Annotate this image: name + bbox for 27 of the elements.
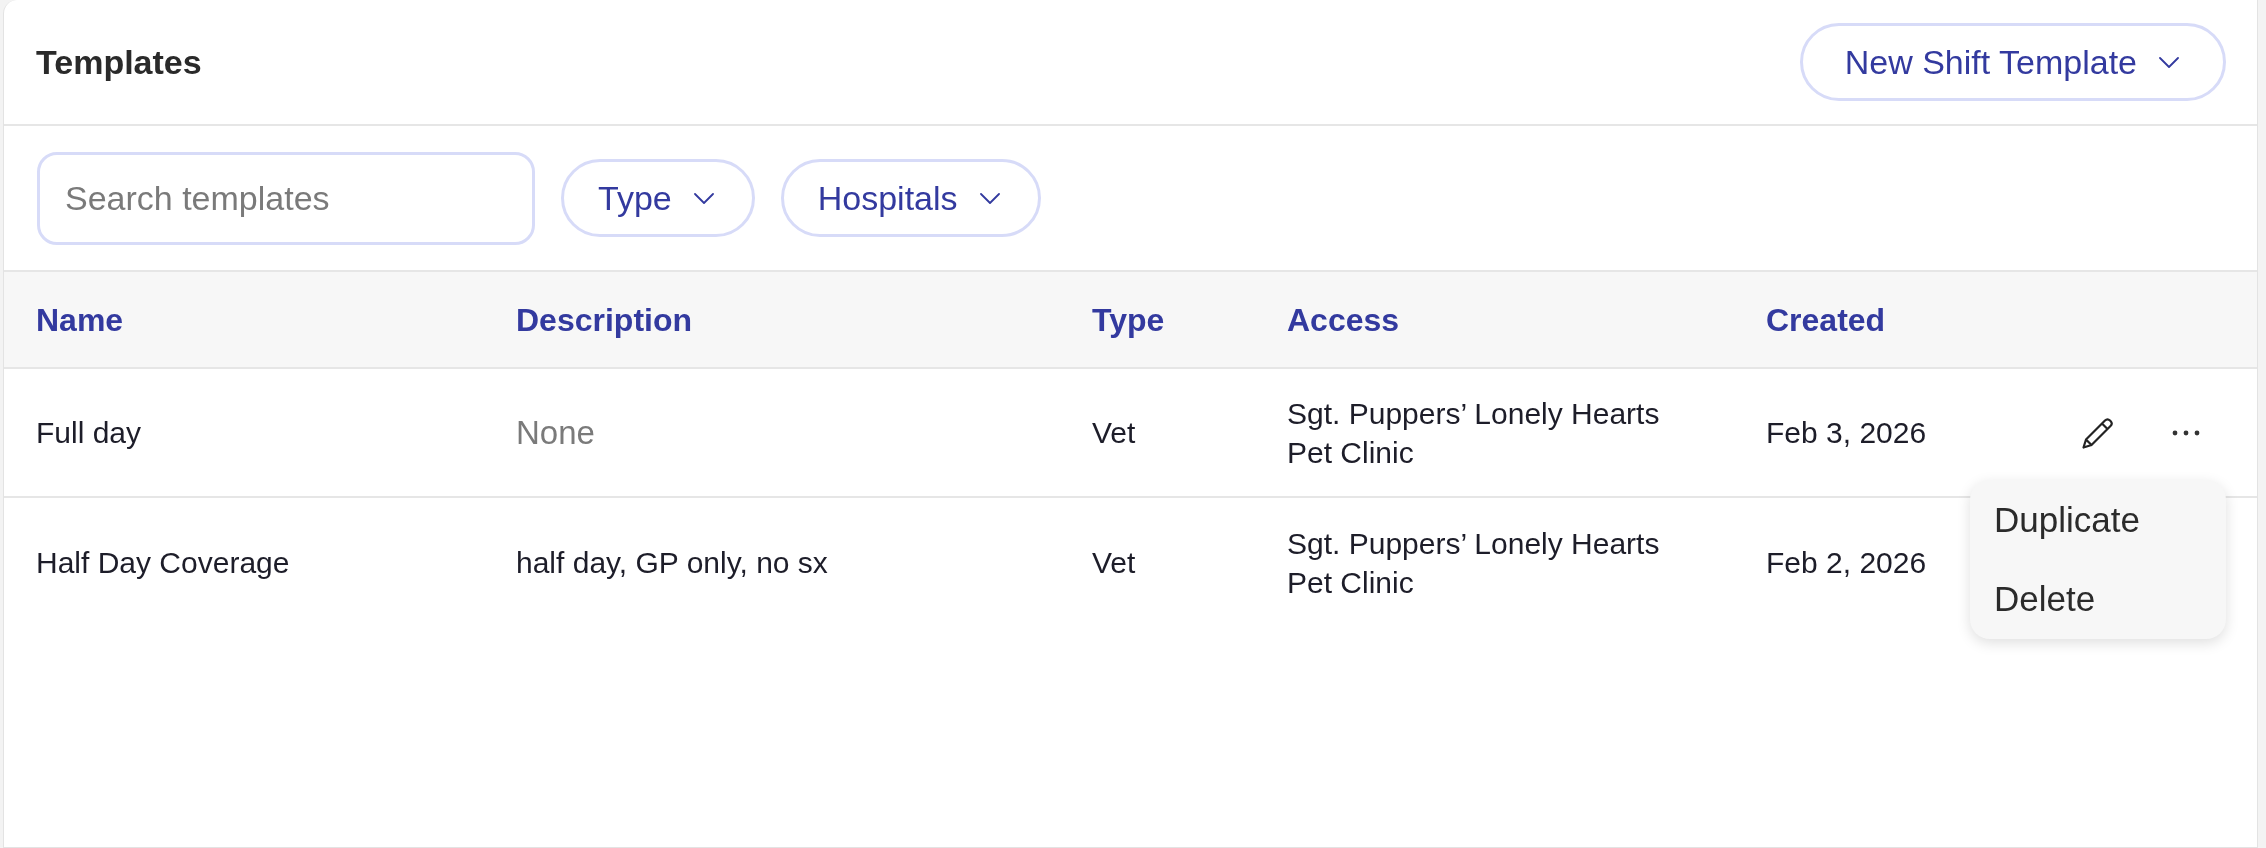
filter-dropdown[interactable]: Type xyxy=(561,159,755,237)
table-cell: Feb 3, 2026 xyxy=(1766,416,1927,449)
chevron-down-icon xyxy=(2159,56,2179,68)
more-options-icon[interactable] xyxy=(2172,429,2200,436)
search-field[interactable]: Search templates xyxy=(37,151,535,245)
column-header: Access xyxy=(1287,300,1401,340)
filter-dropdown[interactable]: Hospitals xyxy=(780,159,1041,237)
table-cell: Full day xyxy=(36,416,142,449)
table-cell: Half Day Coverage xyxy=(36,546,290,579)
column-header: Description xyxy=(516,300,694,340)
table-cell: Feb 2, 2026 xyxy=(1766,546,1927,579)
column-header: Type xyxy=(1092,300,1166,340)
table-cell: half day, GP only, no sx xyxy=(516,546,828,579)
table-cell: Sgt. Puppers’ Lonely Hearts Pet Clinic xyxy=(1287,526,1660,599)
page-title: Templates xyxy=(36,41,202,83)
new-template-button[interactable]: New Shift Template xyxy=(1799,23,2226,101)
table-cell: Vet xyxy=(1092,416,1136,449)
column-header: Name xyxy=(36,300,125,340)
table-cell: Sgt. Puppers’ Lonely Hearts Pet Clinic xyxy=(1287,396,1660,469)
pencil-icon[interactable] xyxy=(2081,415,2115,450)
table-cell: None xyxy=(516,413,595,451)
column-header: Created xyxy=(1766,300,1887,340)
menu-item[interactable]: Duplicate xyxy=(1970,480,2226,560)
table-cell: Vet xyxy=(1092,546,1136,579)
chevron-down-icon xyxy=(979,192,1000,204)
menu-item[interactable]: Delete xyxy=(1970,559,2226,639)
chevron-down-icon xyxy=(693,192,714,204)
